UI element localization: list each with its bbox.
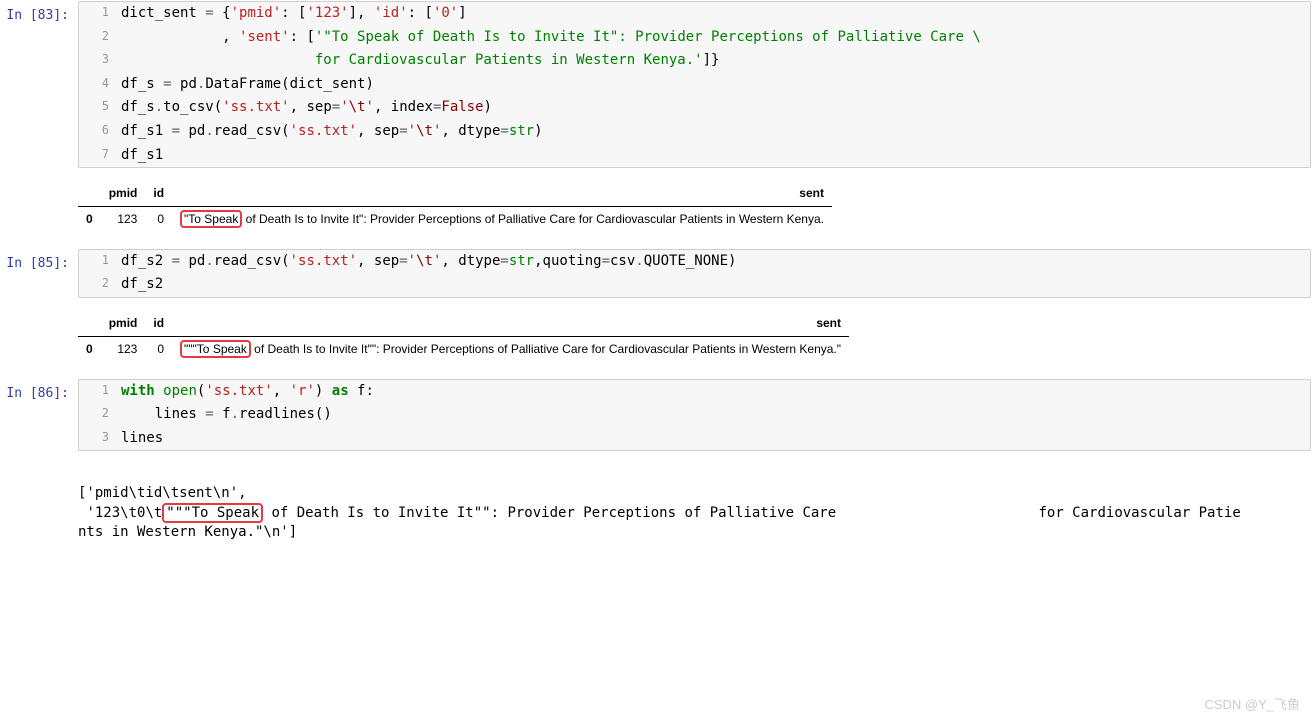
line-number: 4 bbox=[79, 75, 121, 92]
line-number: 3 bbox=[79, 51, 121, 68]
highlight-annotation: "To Speak bbox=[180, 210, 242, 228]
dataframe-table: pmid id sent 0 123 0 "To Speak of Death … bbox=[78, 181, 832, 232]
highlight-annotation: """To Speak bbox=[180, 340, 251, 358]
code-content[interactable]: df_s1 = pd.read_csv('ss.txt', sep='\t', … bbox=[121, 122, 551, 142]
code-content[interactable]: df_s2 bbox=[121, 275, 171, 295]
col-sent: sent bbox=[172, 181, 832, 206]
dataframe-table: pmid id sent 0 123 0 """To Speak of Deat… bbox=[78, 311, 849, 362]
code-content[interactable]: , 'sent': ['"To Speak of Death Is to Inv… bbox=[121, 28, 989, 48]
line-number: 6 bbox=[79, 122, 121, 139]
col-id: id bbox=[145, 181, 172, 206]
code-input[interactable]: 1df_s2 = pd.read_csv('ss.txt', sep='\t',… bbox=[78, 249, 1311, 298]
col-id: id bbox=[145, 311, 172, 336]
code-content[interactable]: df_s2 = pd.read_csv('ss.txt', sep='\t', … bbox=[121, 252, 744, 272]
line-number: 5 bbox=[79, 98, 121, 115]
table-row: 0 123 0 "To Speak of Death Is to Invite … bbox=[78, 206, 832, 231]
col-pmid: pmid bbox=[101, 181, 146, 206]
line-number: 2 bbox=[79, 275, 121, 292]
watermark: CSDN @Y_飞鱼 bbox=[1204, 696, 1300, 714]
row-index: 0 bbox=[78, 206, 101, 231]
col-sent: sent bbox=[172, 311, 849, 336]
line-number: 1 bbox=[79, 382, 121, 399]
cell-pmid: 123 bbox=[101, 336, 146, 361]
code-content[interactable]: with open('ss.txt', 'r') as f: bbox=[121, 382, 382, 402]
output-df2: pmid id sent 0 123 0 """To Speak of Deat… bbox=[68, 305, 1312, 378]
row-index: 0 bbox=[78, 336, 101, 361]
input-prompt: In [86]: bbox=[1, 379, 78, 452]
code-content[interactable]: lines = f.readlines() bbox=[121, 405, 340, 425]
line-number: 2 bbox=[79, 405, 121, 422]
code-content[interactable]: dict_sent = {'pmid': ['123'], 'id': ['0'… bbox=[121, 4, 475, 24]
line-number: 2 bbox=[79, 28, 121, 45]
code-content[interactable]: for Cardiovascular Patients in Western K… bbox=[121, 51, 727, 71]
input-prompt: In [83]: bbox=[1, 1, 78, 168]
cell-pmid: 123 bbox=[101, 206, 146, 231]
code-content[interactable]: df_s.to_csv('ss.txt', sep='\t', index=Fa… bbox=[121, 98, 500, 118]
code-cell-86[interactable]: In [86]: 1with open('ss.txt', 'r') as f:… bbox=[0, 378, 1312, 453]
code-cell-85[interactable]: In [85]: 1df_s2 = pd.read_csv('ss.txt', … bbox=[0, 248, 1312, 299]
code-content[interactable]: lines bbox=[121, 429, 171, 449]
line-number: 7 bbox=[79, 146, 121, 163]
table-row: 0 123 0 """To Speak of Death Is to Invit… bbox=[78, 336, 849, 361]
code-cell-83[interactable]: In [83]: 1dict_sent = {'pmid': ['123'], … bbox=[0, 0, 1312, 169]
col-index bbox=[78, 311, 101, 336]
output-lines: ['pmid\tid\tsent\n', '123\t0\t"""To Spea… bbox=[68, 458, 1312, 558]
code-content[interactable]: df_s = pd.DataFrame(dict_sent) bbox=[121, 75, 382, 95]
line-number: 3 bbox=[79, 429, 121, 446]
cell-sent: "To Speak of Death Is to Invite It": Pro… bbox=[172, 206, 832, 231]
line-number: 1 bbox=[79, 252, 121, 269]
code-content[interactable]: df_s1 bbox=[121, 146, 171, 166]
cell-id: 0 bbox=[145, 206, 172, 231]
line-number: 1 bbox=[79, 4, 121, 21]
col-pmid: pmid bbox=[101, 311, 146, 336]
cell-id: 0 bbox=[145, 336, 172, 361]
cell-sent: """To Speak of Death Is to Invite It"": … bbox=[172, 336, 849, 361]
highlight-annotation: """To Speak bbox=[162, 503, 263, 523]
code-input[interactable]: 1with open('ss.txt', 'r') as f:2 lines =… bbox=[78, 379, 1311, 452]
code-input[interactable]: 1dict_sent = {'pmid': ['123'], 'id': ['0… bbox=[78, 1, 1311, 168]
input-prompt: In [85]: bbox=[1, 249, 78, 298]
col-index bbox=[78, 181, 101, 206]
output-df1: pmid id sent 0 123 0 "To Speak of Death … bbox=[68, 175, 1312, 248]
